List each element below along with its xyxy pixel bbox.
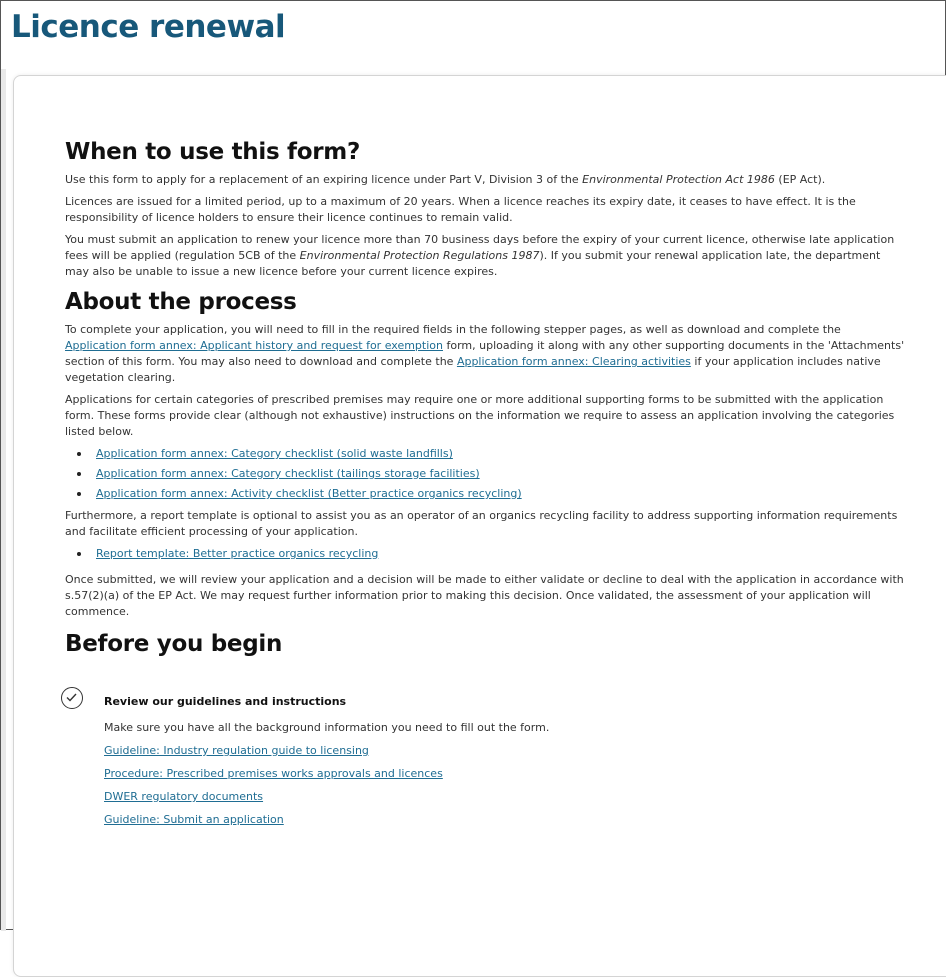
step-text: Make sure you have all the background in… [104,721,550,734]
about-section: About the process To complete your appli… [65,286,905,620]
category-link-list: Application form annex: Category checkli… [65,446,905,502]
when-p1: Use this form to apply for a replacement… [65,173,826,186]
about-p4: Once submitted, we will review your appl… [65,573,904,618]
step-body: Make sure you have all the background in… [104,720,905,828]
form-intro: When to use this form? Use this form to … [61,136,905,835]
list-item: Application form annex: Activity checkli… [77,486,905,502]
industry-regulation-guide-link[interactable]: Guideline: Industry regulation guide to … [104,743,905,759]
left-rail [1,69,6,931]
report-template-link[interactable]: Report template: Better practice organic… [96,547,378,560]
about-p1: To complete your application, you will n… [65,323,905,384]
about-p3: Furthermore, a report template is option… [65,509,898,538]
begin-heading: Before you begin [65,631,283,657]
list-item: Report template: Better practice organic… [77,546,905,562]
list-item: Application form annex: Category checkli… [77,466,905,482]
page-title: Licence renewal [11,9,286,45]
applicant-history-link[interactable]: Application form annex: Applicant histor… [65,339,443,352]
about-p2: Applications for certain categories of p… [65,393,895,438]
submit-application-guideline-link[interactable]: Guideline: Submit an application [104,812,905,828]
solid-waste-landfills-link[interactable]: Application form annex: Category checkli… [96,447,453,460]
check-circle-icon [61,687,83,709]
about-heading: About the process [65,289,297,315]
clearing-activities-link[interactable]: Application form annex: Clearing activit… [457,355,691,368]
when-section: When to use this form? Use this form to … [65,136,905,280]
organics-recycling-checklist-link[interactable]: Application form annex: Activity checkli… [96,487,522,500]
tailings-storage-link[interactable]: Application form annex: Category checkli… [96,467,480,480]
when-p2: Licences are issued for a limited period… [65,195,856,224]
report-link-list: Report template: Better practice organic… [65,546,905,562]
when-heading: When to use this form? [65,139,361,165]
list-item: Application form annex: Category checkli… [77,446,905,462]
step-title: Review our guidelines and instructions [104,695,347,708]
step-review-guidelines: Review our guidelines and instructions M… [61,687,905,828]
dwer-regulatory-documents-link[interactable]: DWER regulatory documents [104,789,905,805]
prescribed-premises-procedure-link[interactable]: Procedure: Prescribed premises works app… [104,766,905,782]
when-p3: You must submit an application to renew … [65,233,895,278]
begin-section: Before you begin Review our guidelines a… [61,628,905,828]
